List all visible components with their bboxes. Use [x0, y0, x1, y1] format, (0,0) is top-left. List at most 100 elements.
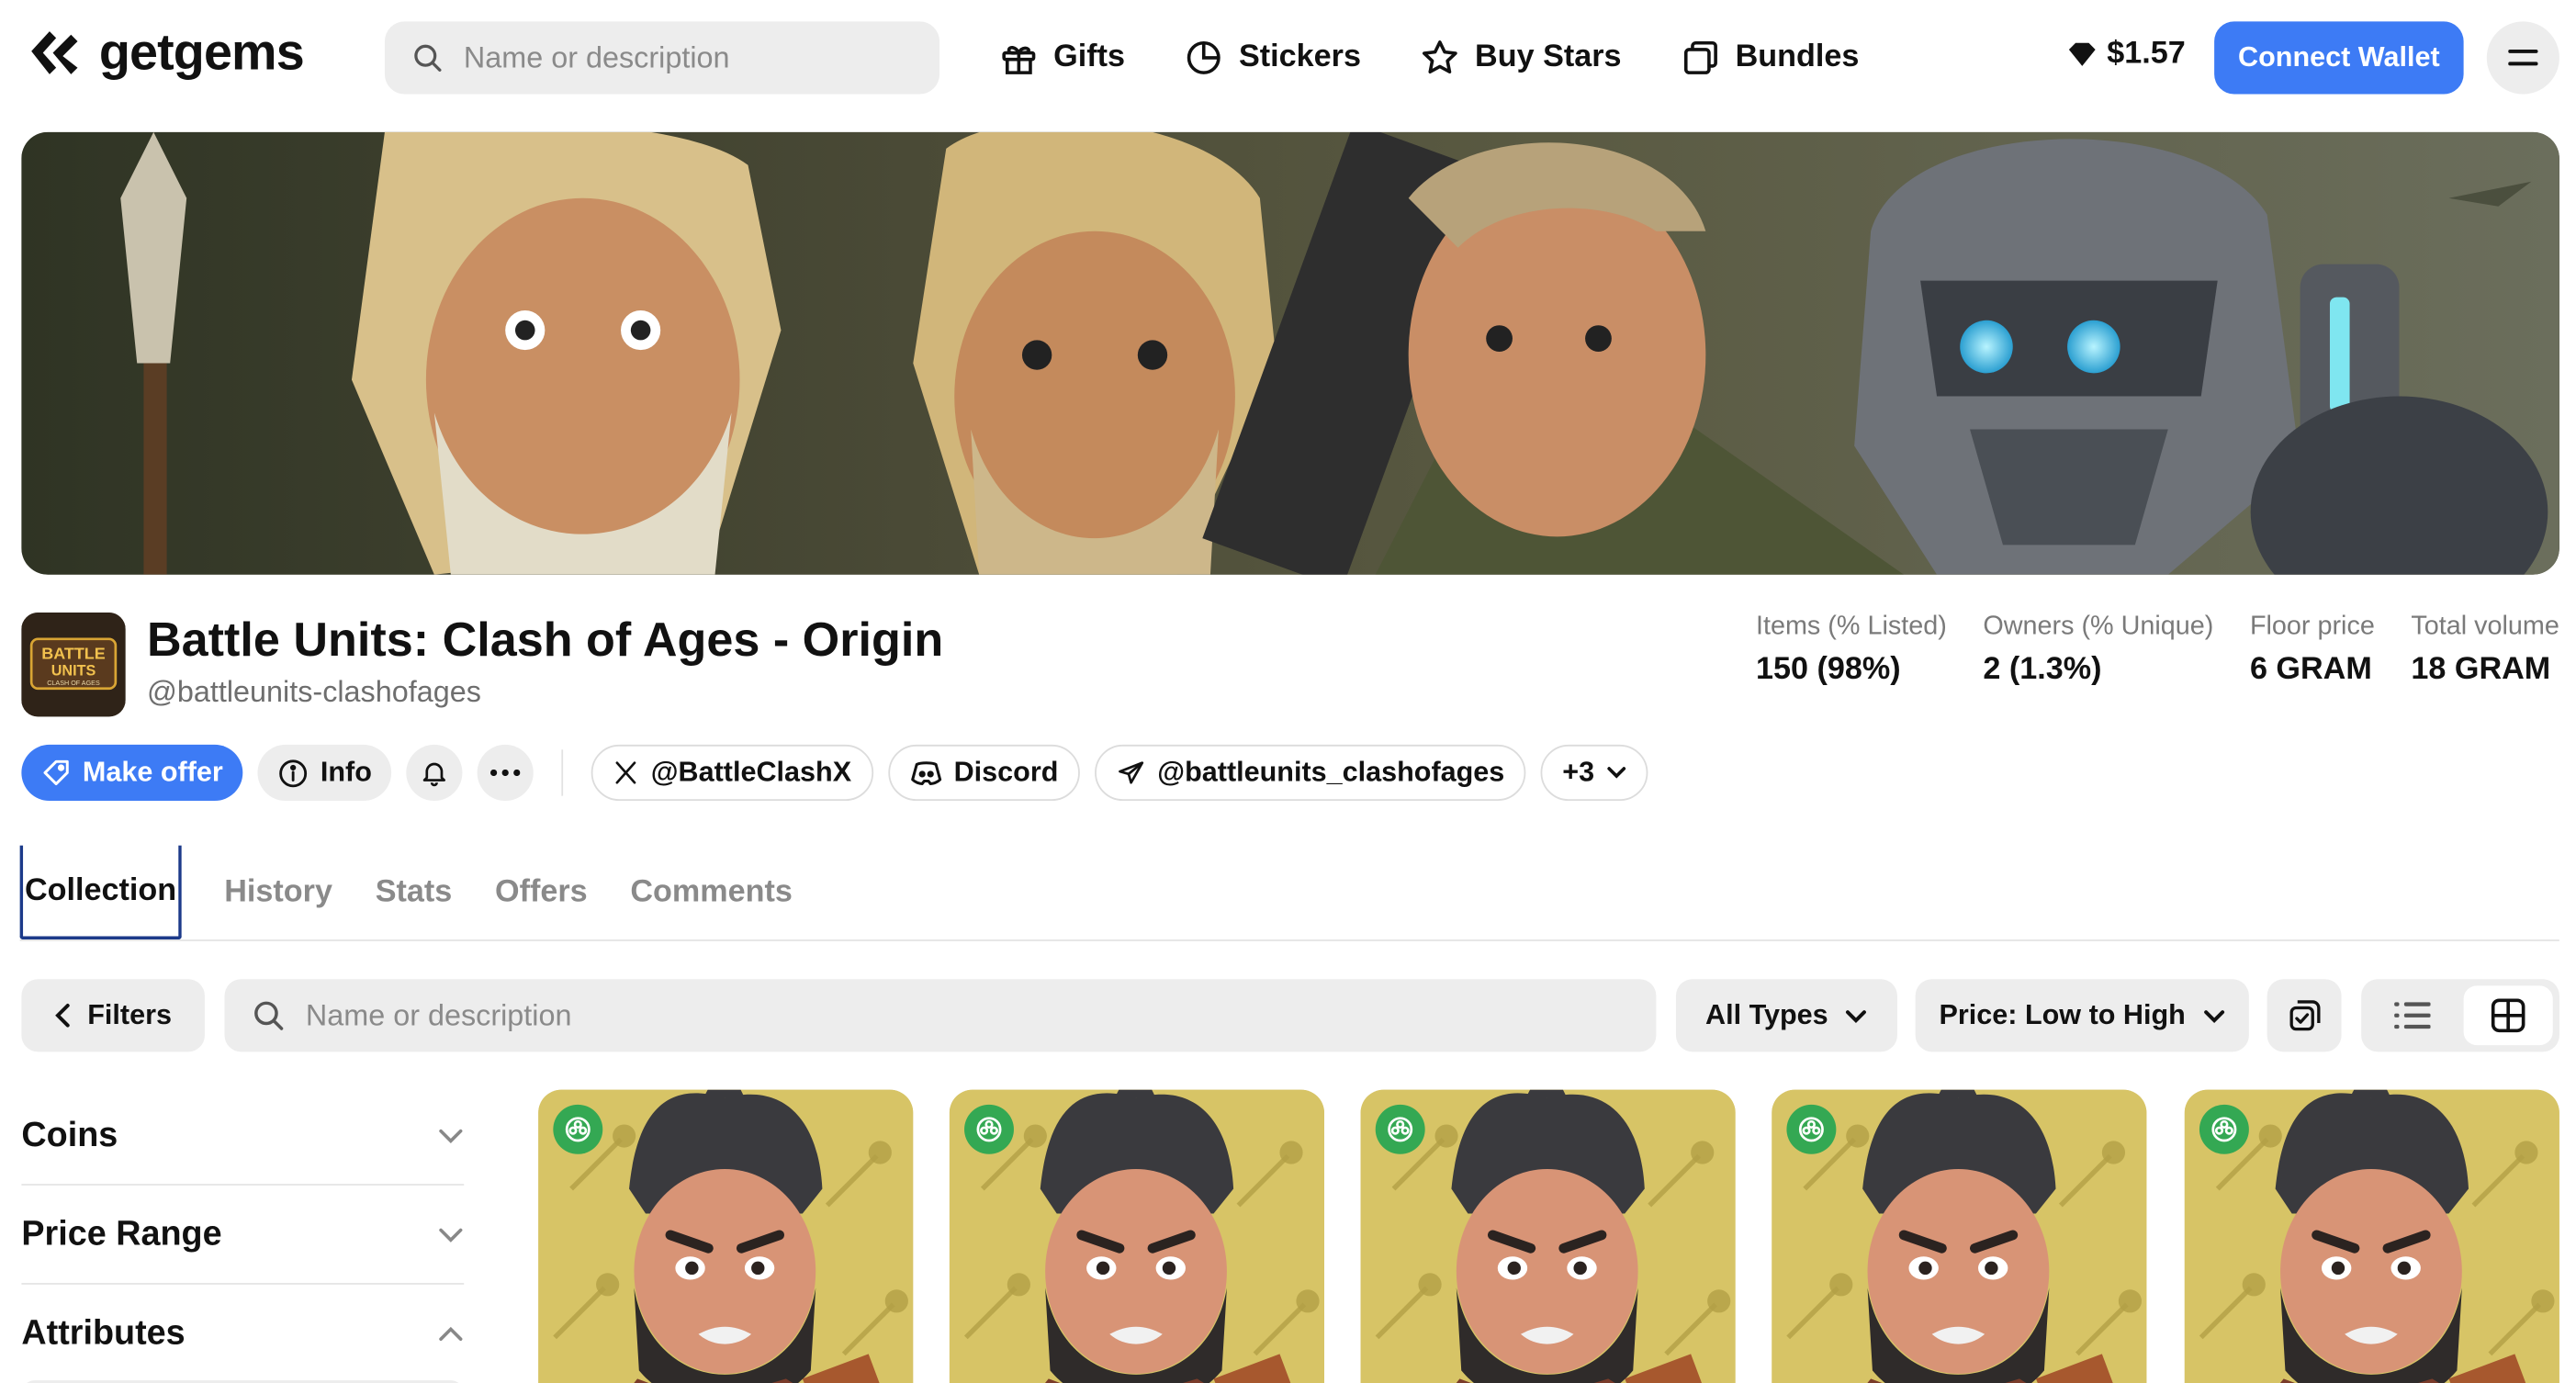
- filter-coins-label: Coins: [21, 1115, 118, 1153]
- stat-value: 150 (98%): [1755, 652, 1901, 687]
- chevron-down-icon: [2203, 1009, 2224, 1023]
- item-badge: [1375, 1104, 1425, 1154]
- grid-icon: [2491, 998, 2525, 1033]
- filters-label: Filters: [87, 998, 173, 1030]
- gift-icon: [1002, 46, 1036, 74]
- stat-owners: Owners (% Unique) 2 (1.3%): [1983, 613, 2213, 689]
- item-card[interactable]: [1772, 1089, 2147, 1383]
- item-card[interactable]: [1360, 1089, 1736, 1383]
- view-toggle: [2361, 979, 2559, 1052]
- divider: [561, 749, 564, 796]
- search-icon: [254, 1001, 284, 1030]
- collection-tabs: Collection History Stats Offers Comments: [19, 845, 2559, 941]
- clover-icon: [1388, 1117, 1413, 1142]
- more-options-button[interactable]: [477, 744, 534, 802]
- main-nav: Gifts Stickers Buy Stars Bundles: [999, 23, 1859, 93]
- items-search[interactable]: [224, 979, 1657, 1052]
- stat-total-volume: Total volume 18 GRAM: [2411, 613, 2559, 689]
- stat-label: Items (% Listed): [1755, 613, 1947, 641]
- nav-gifts[interactable]: Gifts: [999, 38, 1125, 77]
- nav-buy-stars[interactable]: Buy Stars: [1421, 38, 1622, 77]
- star-icon: [1423, 40, 1458, 74]
- discord-link[interactable]: Discord: [887, 744, 1080, 802]
- banner-artwork: [21, 131, 2559, 575]
- telegram-icon: [1119, 761, 1144, 784]
- nav-stickers[interactable]: Stickers: [1185, 38, 1361, 77]
- discord-label: Discord: [953, 756, 1059, 788]
- more-links-button[interactable]: +3: [1540, 744, 1648, 802]
- items-search-input[interactable]: [305, 997, 1657, 1033]
- make-offer-button[interactable]: Make offer: [21, 744, 243, 802]
- avatar-line-2: UNITS: [51, 662, 96, 679]
- chevron-up-icon: [439, 1326, 463, 1341]
- item-card[interactable]: [949, 1089, 1324, 1383]
- item-badge: [964, 1104, 1014, 1154]
- wallet-balance[interactable]: $1.57: [2067, 37, 2186, 73]
- menu-button[interactable]: [2486, 21, 2559, 95]
- logo[interactable]: getgems: [27, 23, 305, 83]
- multi-select-button[interactable]: [2267, 979, 2342, 1052]
- search-icon: [414, 44, 442, 72]
- menu-icon: [2508, 49, 2538, 66]
- avatar-line-1: BATTLE: [41, 644, 106, 662]
- collection-stats: Items (% Listed) 150 (98%) Owners (% Uni…: [1756, 613, 2559, 689]
- filter-attributes-label: Attributes: [21, 1314, 186, 1353]
- chevron-left-icon: [55, 1004, 70, 1028]
- filter-attributes[interactable]: Attributes: [21, 1285, 464, 1383]
- twitter-link[interactable]: @BattleClashX: [591, 744, 873, 802]
- balance-value: $1.57: [2107, 36, 2186, 72]
- chevron-down-icon: [439, 1128, 463, 1143]
- chevron-down-icon: [1606, 767, 1625, 779]
- chevron-down-icon: [1846, 1009, 1867, 1023]
- global-search-input[interactable]: [463, 40, 940, 75]
- collection-handle: @battleunits-clashofages: [147, 675, 481, 709]
- tag-icon: [43, 759, 69, 786]
- tab-collection[interactable]: Collection: [19, 845, 182, 940]
- nav-stickers-label: Stickers: [1239, 39, 1361, 74]
- info-button[interactable]: Info: [257, 744, 392, 802]
- avatar-line-3: CLASH OF AGES: [47, 679, 100, 687]
- tab-history[interactable]: History: [224, 846, 332, 939]
- info-label: Info: [320, 756, 372, 788]
- collection-actions: Make offer Info @BattleClashX Discord @b…: [21, 744, 1648, 802]
- filters-toggle-button[interactable]: Filters: [21, 979, 205, 1052]
- nav-bundles[interactable]: Bundles: [1681, 38, 1859, 77]
- tab-comments[interactable]: Comments: [630, 846, 793, 939]
- type-select-value: All Types: [1705, 998, 1828, 1030]
- stat-items: Items (% Listed) 150 (98%): [1756, 613, 1947, 689]
- twitter-label: @BattleClashX: [650, 756, 852, 788]
- type-select[interactable]: All Types: [1675, 979, 1897, 1052]
- list-icon: [2394, 1002, 2431, 1029]
- telegram-label: @battleunits_clashofages: [1157, 756, 1505, 788]
- stat-label: Floor price: [2249, 613, 2375, 641]
- collection-title: Battle Units: Clash of Ages - Origin: [147, 613, 944, 668]
- stat-floor-price: Floor price 6 GRAM: [2250, 613, 2375, 689]
- clover-icon: [2211, 1117, 2237, 1142]
- nav-gifts-label: Gifts: [1053, 39, 1125, 74]
- collection-banner: [21, 131, 2559, 575]
- tab-stats[interactable]: Stats: [376, 846, 453, 939]
- filter-coins[interactable]: Coins: [21, 1086, 465, 1186]
- more-links-label: +3: [1562, 756, 1595, 788]
- grid-view-button[interactable]: [2463, 985, 2553, 1046]
- select-multiple-icon: [2289, 1000, 2320, 1031]
- global-search[interactable]: [384, 21, 940, 95]
- items-toolbar: Filters All Types Price: Low to High: [21, 979, 2559, 1052]
- notify-button[interactable]: [406, 744, 463, 802]
- tab-offers[interactable]: Offers: [495, 846, 588, 939]
- list-view-button[interactable]: [2368, 985, 2457, 1045]
- item-badge: [1786, 1104, 1837, 1154]
- item-card[interactable]: [538, 1089, 914, 1383]
- bundles-icon: [1683, 40, 1717, 74]
- top-bar: getgems Gifts Stickers Buy Stars Bundles: [0, 0, 2576, 116]
- sticker-icon: [1187, 40, 1221, 74]
- connect-wallet-button[interactable]: Connect Wallet: [2214, 21, 2464, 95]
- sort-select[interactable]: Price: Low to High: [1915, 979, 2249, 1052]
- item-card[interactable]: [2184, 1089, 2559, 1383]
- telegram-link[interactable]: @battleunits_clashofages: [1094, 744, 1526, 802]
- item-badge: [553, 1104, 603, 1154]
- filter-price-range-label: Price Range: [21, 1214, 222, 1253]
- filter-price-range[interactable]: Price Range: [21, 1186, 465, 1285]
- more-icon: [490, 769, 521, 777]
- chevron-down-icon: [439, 1227, 463, 1242]
